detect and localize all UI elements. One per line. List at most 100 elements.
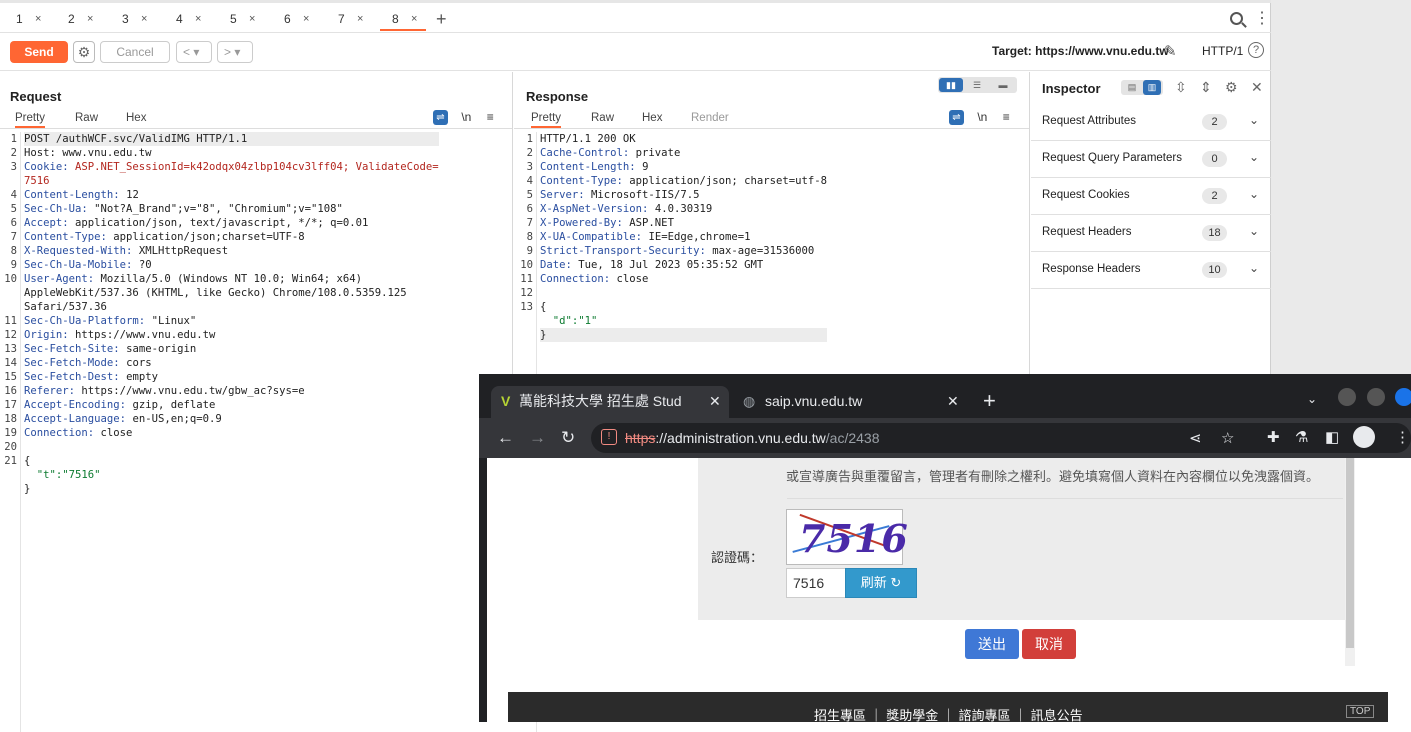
share-icon[interactable]: ⋖ bbox=[1189, 429, 1202, 447]
bookmark-star-icon[interactable]: ☆ bbox=[1221, 429, 1234, 447]
line-number: 6 bbox=[526, 203, 533, 215]
tab-raw[interactable]: Raw bbox=[591, 112, 614, 124]
tab-label: 3 bbox=[122, 12, 129, 26]
header-name: Sec-Ch-Ua-Platform: bbox=[24, 315, 152, 327]
inspector-row-response-headers[interactable]: Response Headers 10 ⌄ bbox=[1031, 252, 1271, 289]
footer-links[interactable]: 招生專區 ｜ 獎助學金 ｜ 諮詢專區 ｜ 訊息公告 bbox=[814, 705, 1083, 722]
inspector-row-request-headers[interactable]: Request Headers 18 ⌄ bbox=[1031, 215, 1271, 252]
captcha-input[interactable]: 7516 bbox=[786, 568, 846, 598]
forward-arrow-icon[interactable]: → bbox=[529, 428, 546, 448]
expand-all-icon[interactable]: ⇳ bbox=[1175, 79, 1187, 96]
detail-view-icon[interactable]: ▥ bbox=[1143, 80, 1161, 95]
settings-gear-icon[interactable]: ⚙ bbox=[73, 41, 95, 63]
scrollbar-thumb[interactable] bbox=[1346, 458, 1354, 648]
submit-button[interactable]: 送出 bbox=[965, 629, 1019, 659]
close-window-button[interactable] bbox=[1395, 388, 1411, 406]
word-wrap-icon[interactable]: ⇌ bbox=[949, 110, 964, 126]
new-tab-icon[interactable]: + bbox=[983, 388, 996, 414]
site-footer: 招生專區 ｜ 獎助學金 ｜ 諮詢專區 ｜ 訊息公告 TOP bbox=[508, 692, 1388, 722]
labs-flask-icon[interactable]: ⚗ bbox=[1295, 428, 1308, 446]
line-number: 9 bbox=[10, 259, 17, 271]
refresh-captcha-button[interactable]: 刷新 ↻ bbox=[845, 568, 917, 598]
close-icon[interactable]: × bbox=[195, 7, 201, 31]
code-line: Date: Tue, 18 Jul 2023 05:35:52 GMT bbox=[540, 258, 827, 272]
close-icon[interactable]: × bbox=[87, 7, 93, 31]
close-icon[interactable]: ✕ bbox=[947, 386, 959, 416]
repeater-tab-6[interactable]: 6 × bbox=[272, 7, 318, 31]
close-icon[interactable]: × bbox=[411, 7, 417, 31]
add-tab-icon[interactable]: + bbox=[436, 9, 447, 29]
scrollbar[interactable] bbox=[1345, 458, 1355, 666]
extensions-puzzle-icon[interactable]: ✚ bbox=[1267, 428, 1280, 446]
repeater-tab-8[interactable]: 8 × bbox=[380, 7, 426, 31]
cancel-button[interactable]: Cancel bbox=[100, 41, 170, 63]
close-icon[interactable]: × bbox=[249, 7, 255, 31]
http-version-toggle[interactable]: HTTP/1 bbox=[1202, 44, 1243, 58]
collapse-all-icon[interactable]: ⇕ bbox=[1200, 79, 1212, 96]
show-newlines-toggle[interactable]: \n bbox=[977, 110, 987, 124]
not-secure-warning-icon[interactable]: ! bbox=[601, 429, 617, 445]
browser-tab-saip[interactable]: ◍ saip.vnu.edu.tw ✕ bbox=[737, 386, 969, 418]
chrome-menu-icon[interactable]: ⋮ bbox=[1395, 428, 1410, 446]
line-number: 8 bbox=[10, 245, 17, 257]
tab-search-chevron-icon[interactable]: ⌄ bbox=[1307, 392, 1317, 406]
inspector-row-request-cookies[interactable]: Request Cookies 2 ⌄ bbox=[1031, 178, 1271, 215]
inspector-row-request-attributes[interactable]: Request Attributes 2 ⌄ bbox=[1031, 104, 1271, 141]
tab-pretty[interactable]: Pretty bbox=[15, 112, 46, 128]
maximize-window-button[interactable] bbox=[1367, 388, 1385, 406]
back-to-top-button[interactable]: TOP bbox=[1346, 705, 1375, 718]
search-icon[interactable] bbox=[1230, 12, 1243, 25]
profile-avatar[interactable] bbox=[1353, 426, 1375, 448]
back-arrow-icon[interactable]: ← bbox=[497, 428, 514, 448]
repeater-tab-2[interactable]: 2 × bbox=[56, 7, 102, 31]
target-label: Target: https://www.vnu.edu.tw bbox=[992, 44, 1169, 58]
menu-icon[interactable]: ≡ bbox=[487, 110, 494, 124]
minimize-window-button[interactable] bbox=[1338, 388, 1356, 406]
browser-tab-vnu-admissions[interactable]: V 萬能科技大學 招生處 Stud ✕ bbox=[491, 386, 729, 418]
inspector-row-query-parameters[interactable]: Request Query Parameters 0 ⌄ bbox=[1031, 141, 1271, 178]
close-icon[interactable]: × bbox=[303, 7, 309, 31]
edit-target-pencil-icon[interactable]: ✎ bbox=[1164, 42, 1177, 60]
close-icon[interactable]: × bbox=[35, 7, 41, 31]
tab-render[interactable]: Render bbox=[691, 112, 729, 124]
settings-gear-icon[interactable]: ⚙ bbox=[1225, 79, 1238, 96]
address-bar[interactable]: ! https://administration.vnu.edu.tw/ac/2… bbox=[591, 423, 1411, 453]
send-button[interactable]: Send bbox=[10, 41, 68, 63]
close-icon[interactable]: × bbox=[357, 7, 363, 31]
line-value: HTTP/1.1 200 OK bbox=[540, 133, 636, 145]
cancel-button[interactable]: 取消 bbox=[1022, 629, 1076, 659]
code-line: HTTP/1.1 200 OK bbox=[540, 132, 827, 146]
side-panel-icon[interactable]: ◧ bbox=[1325, 428, 1339, 446]
menu-icon[interactable]: ≡ bbox=[1003, 110, 1010, 124]
response-body-text[interactable]: HTTP/1.1 200 OK Cache-Control: private Con… bbox=[540, 132, 828, 342]
line-value: Mozilla/5.0 (Windows NT 10.0; Win64; x64… bbox=[100, 273, 363, 285]
repeater-tab-3[interactable]: 3 × bbox=[110, 7, 156, 31]
message-form: 或宣導廣告與重覆留言，管理者有刪除之權利。避免填寫個人資料在內容欄位以免洩露個資… bbox=[698, 458, 1350, 620]
tab-hex[interactable]: Hex bbox=[642, 112, 662, 124]
reload-icon[interactable]: ↻ bbox=[561, 428, 575, 448]
show-newlines-toggle[interactable]: \n bbox=[461, 110, 471, 124]
code-line: Content-Length: 12 bbox=[24, 188, 439, 202]
close-icon[interactable]: ✕ bbox=[709, 386, 721, 416]
help-icon[interactable]: ? bbox=[1248, 42, 1264, 58]
word-wrap-icon[interactable]: ⇌ bbox=[433, 110, 448, 126]
response-title: Response bbox=[526, 89, 589, 104]
header-name: Sec-Ch-Ua: bbox=[24, 203, 95, 215]
tab-hex[interactable]: Hex bbox=[126, 112, 146, 124]
more-options-icon[interactable]: ⋮ bbox=[1254, 10, 1270, 28]
close-icon[interactable]: × bbox=[141, 7, 147, 31]
tab-raw[interactable]: Raw bbox=[75, 112, 98, 124]
close-icon[interactable]: ✕ bbox=[1251, 79, 1263, 96]
tab-pretty[interactable]: Pretty bbox=[531, 112, 562, 128]
previous-request-button[interactable]: < ▾ bbox=[176, 41, 212, 63]
repeater-tab-4[interactable]: 4 × bbox=[164, 7, 210, 31]
repeater-tab-7[interactable]: 7 × bbox=[326, 7, 372, 31]
list-view-icon[interactable]: ▤ bbox=[1123, 80, 1141, 95]
repeater-tab-5[interactable]: 5 × bbox=[218, 7, 264, 31]
request-body-text[interactable]: POST /authWCF.svc/ValidIMG HTTP/1.1 Host:… bbox=[24, 132, 439, 496]
repeater-tab-1[interactable]: 1 × bbox=[4, 7, 50, 31]
line-value: AppleWebKit/537.36 (KHTML, like Gecko) C… bbox=[24, 287, 407, 299]
code-line: Content-Length: 9 bbox=[540, 160, 827, 174]
next-request-button[interactable]: > ▾ bbox=[217, 41, 253, 63]
code-line: { bbox=[540, 300, 827, 314]
